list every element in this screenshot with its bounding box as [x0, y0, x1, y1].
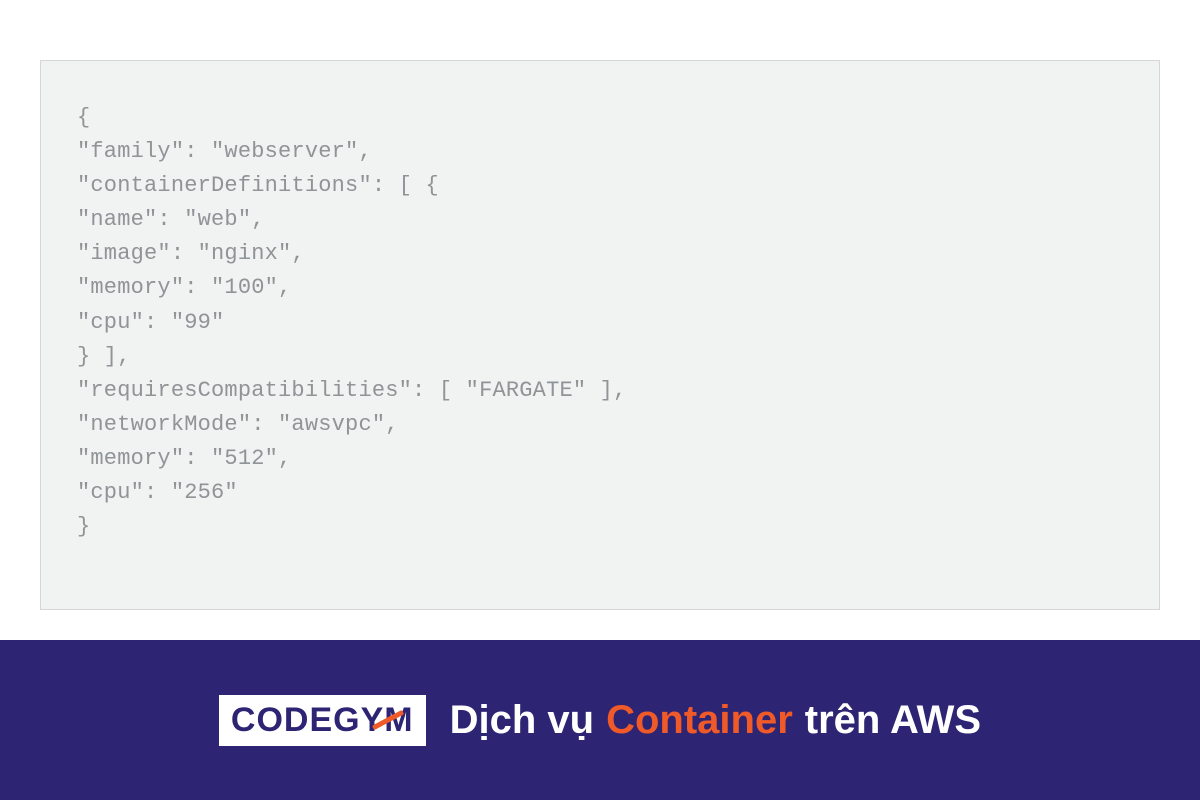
code-panel: { "family": "webserver", "containerDefin…	[40, 60, 1160, 610]
code-block: { "family": "webserver", "containerDefin…	[77, 101, 1123, 544]
footer-bar: CODEGYM Dịch vụ Container trên AWS	[0, 640, 1200, 800]
tagline-accent: Container	[606, 698, 793, 743]
tagline-part2: trên AWS	[805, 698, 981, 743]
logo-slash-icon	[372, 710, 404, 730]
logo-text: CODEGYM	[231, 701, 414, 740]
logo-box: CODEGYM	[219, 695, 426, 746]
tagline: Dịch vụ Container trên AWS	[450, 698, 981, 743]
document-canvas: { "family": "webserver", "containerDefin…	[0, 0, 1200, 800]
tagline-part1: Dịch vụ	[450, 698, 594, 743]
